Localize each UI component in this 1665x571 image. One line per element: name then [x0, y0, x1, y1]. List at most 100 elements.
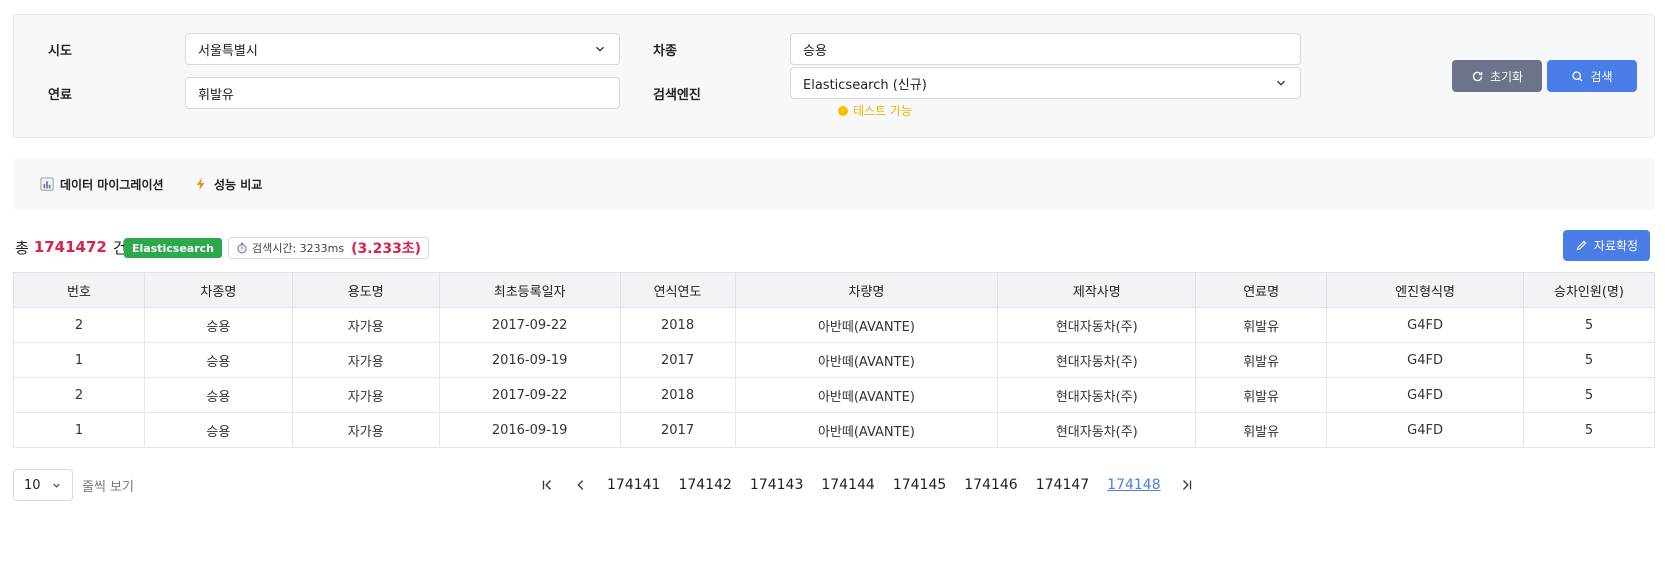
header-fuel[interactable]: 연료명 — [1195, 272, 1328, 308]
last-page-icon — [1182, 480, 1191, 490]
result-count: 1741472 — [33, 238, 107, 256]
header-capacity[interactable]: 승차인원(명) — [1523, 272, 1655, 308]
search-time-text: 검색시간: 3233ms — [252, 242, 345, 255]
cell-model-year: 2017 — [619, 342, 736, 378]
result-summary: 총 1741472 건 — [15, 234, 127, 260]
vehicle-type-label: 차종 — [653, 44, 677, 59]
sido-value: 서울특별시 — [198, 43, 258, 59]
first-page-button[interactable] — [530, 470, 564, 500]
cell-manufacturer: 현대자동차(주) — [997, 307, 1197, 343]
page-link[interactable]: 174146 — [955, 477, 1026, 493]
engine-select[interactable]: Elasticsearch (신규) — [790, 67, 1301, 99]
page-link[interactable]: 174145 — [884, 477, 955, 493]
cell-vehicle-name: 아반떼(AVANTE) — [734, 412, 999, 448]
header-usage[interactable]: 용도명 — [291, 272, 440, 308]
page-link[interactable]: 174141 — [598, 477, 669, 493]
cell-vehicle-name: 아반떼(AVANTE) — [734, 342, 999, 378]
tab-data-migration-label: 데이터 마이그레이션 — [60, 177, 164, 192]
cell-usage: 자가용 — [291, 307, 440, 343]
cell-manufacturer: 현대자동차(주) — [997, 342, 1197, 378]
cell-usage: 자가용 — [291, 377, 440, 413]
engine-label: 검색엔진 — [653, 88, 701, 103]
cell-usage: 자가용 — [291, 412, 440, 448]
header-manufacturer[interactable]: 제작사명 — [997, 272, 1197, 308]
search-icon — [1572, 70, 1583, 81]
bar-chart-icon — [40, 177, 54, 191]
header-number[interactable]: 번호 — [13, 272, 145, 308]
reset-button[interactable]: 초기화 — [1452, 60, 1542, 92]
cell-model-year: 2017 — [619, 412, 736, 448]
sido-select[interactable]: 서울특별시 — [185, 33, 620, 65]
last-page-button[interactable] — [1170, 470, 1204, 500]
page-link-current[interactable]: 174148 — [1098, 477, 1169, 493]
chevron-down-icon — [52, 483, 60, 488]
fuel-input[interactable]: 휘발유 — [185, 77, 620, 109]
engine-value: Elasticsearch (신규) — [803, 77, 927, 93]
search-button[interactable]: 검색 — [1547, 60, 1637, 92]
cell-fuel: 휘발유 — [1195, 342, 1328, 378]
cell-manufacturer: 현대자동차(주) — [997, 412, 1197, 448]
cell-vehicle-name: 아반떼(AVANTE) — [734, 377, 999, 413]
header-first-registration[interactable]: 최초등록일자 — [438, 272, 621, 308]
fuel-label: 연료 — [48, 88, 72, 103]
results-table: 번호 차종명 용도명 최초등록일자 연식연도 차량명 제작사명 연료명 엔진형식… — [13, 272, 1655, 448]
table-row[interactable]: 1 승용 자가용 2016-09-19 2017 아반떼(AVANTE) 현대자… — [13, 412, 1655, 448]
cell-engine-type: G4FD — [1326, 342, 1524, 378]
pencil-icon — [1576, 240, 1587, 251]
page-link[interactable]: 174144 — [812, 477, 883, 493]
table-row[interactable]: 2 승용 자가용 2017-09-22 2018 아반떼(AVANTE) 현대자… — [13, 307, 1655, 343]
refresh-icon — [1472, 71, 1483, 81]
sido-label: 시도 — [48, 44, 72, 59]
cell-engine-type: G4FD — [1326, 307, 1524, 343]
page-size-value: 10 — [24, 477, 41, 493]
tab-performance[interactable]: 성능 비교 — [194, 158, 262, 210]
cell-first-registration: 2016-09-19 — [438, 412, 621, 448]
status-dot-icon — [838, 105, 848, 116]
engine-status-text: 테스트 가능 — [853, 104, 913, 118]
cell-first-registration: 2017-09-22 — [438, 307, 621, 343]
page-link[interactable]: 174147 — [1027, 477, 1098, 493]
prev-page-button[interactable] — [564, 470, 598, 500]
cell-capacity: 5 — [1523, 307, 1655, 343]
cell-capacity: 5 — [1523, 412, 1655, 448]
table-row[interactable]: 2 승용 자가용 2017-09-22 2018 아반떼(AVANTE) 현대자… — [13, 377, 1655, 413]
search-time-seconds: (3.233초) — [351, 241, 422, 257]
cell-number: 1 — [13, 342, 145, 378]
table-row[interactable]: 1 승용 자가용 2016-09-19 2017 아반떼(AVANTE) 현대자… — [13, 342, 1655, 378]
tab-data-migration[interactable]: 데이터 마이그레이션 — [40, 158, 164, 210]
header-vehicle-name[interactable]: 차량명 — [734, 272, 999, 308]
cell-model-year: 2018 — [619, 377, 736, 413]
first-page-icon — [542, 480, 551, 490]
search-time-badge: 검색시간: 3233ms (3.233초) — [228, 237, 430, 259]
page-size-select[interactable]: 10 — [13, 469, 73, 501]
cell-engine-type: G4FD — [1326, 412, 1524, 448]
cell-model-year: 2018 — [619, 307, 736, 343]
cell-vehicle-type: 승용 — [143, 377, 293, 413]
cell-usage: 자가용 — [291, 342, 440, 378]
header-vehicle-type[interactable]: 차종명 — [143, 272, 293, 308]
cell-vehicle-type: 승용 — [143, 412, 293, 448]
cell-fuel: 휘발유 — [1195, 377, 1328, 413]
confirm-data-button[interactable]: 자료확정 — [1563, 230, 1650, 261]
pagination: 174141 174142 174143 174144 174145 17414… — [530, 470, 1204, 500]
stopwatch-icon — [237, 242, 247, 254]
cell-number: 2 — [13, 307, 145, 343]
vehicle-type-input[interactable]: 승용 — [790, 33, 1301, 65]
chevron-left-icon — [577, 480, 584, 490]
confirm-data-label: 자료확정 — [1593, 239, 1639, 253]
lightning-icon — [196, 177, 205, 191]
header-model-year[interactable]: 연식연도 — [619, 272, 736, 308]
page-link[interactable]: 174142 — [669, 477, 740, 493]
cell-vehicle-type: 승용 — [143, 342, 293, 378]
vehicle-type-value: 승용 — [803, 43, 827, 59]
header-engine-type[interactable]: 엔진형식명 — [1326, 272, 1524, 308]
cell-number: 1 — [13, 412, 145, 448]
engine-status: 테스트 가능 — [838, 102, 912, 119]
reset-button-label: 초기화 — [1489, 69, 1524, 84]
cell-engine-type: G4FD — [1326, 377, 1524, 413]
chevron-down-icon — [1277, 80, 1285, 86]
cell-fuel: 휘발유 — [1195, 412, 1328, 448]
cell-manufacturer: 현대자동차(주) — [997, 377, 1197, 413]
page-link[interactable]: 174143 — [741, 477, 812, 493]
tabs-bar: 데이터 마이그레이션 성능 비교 — [13, 158, 1655, 210]
